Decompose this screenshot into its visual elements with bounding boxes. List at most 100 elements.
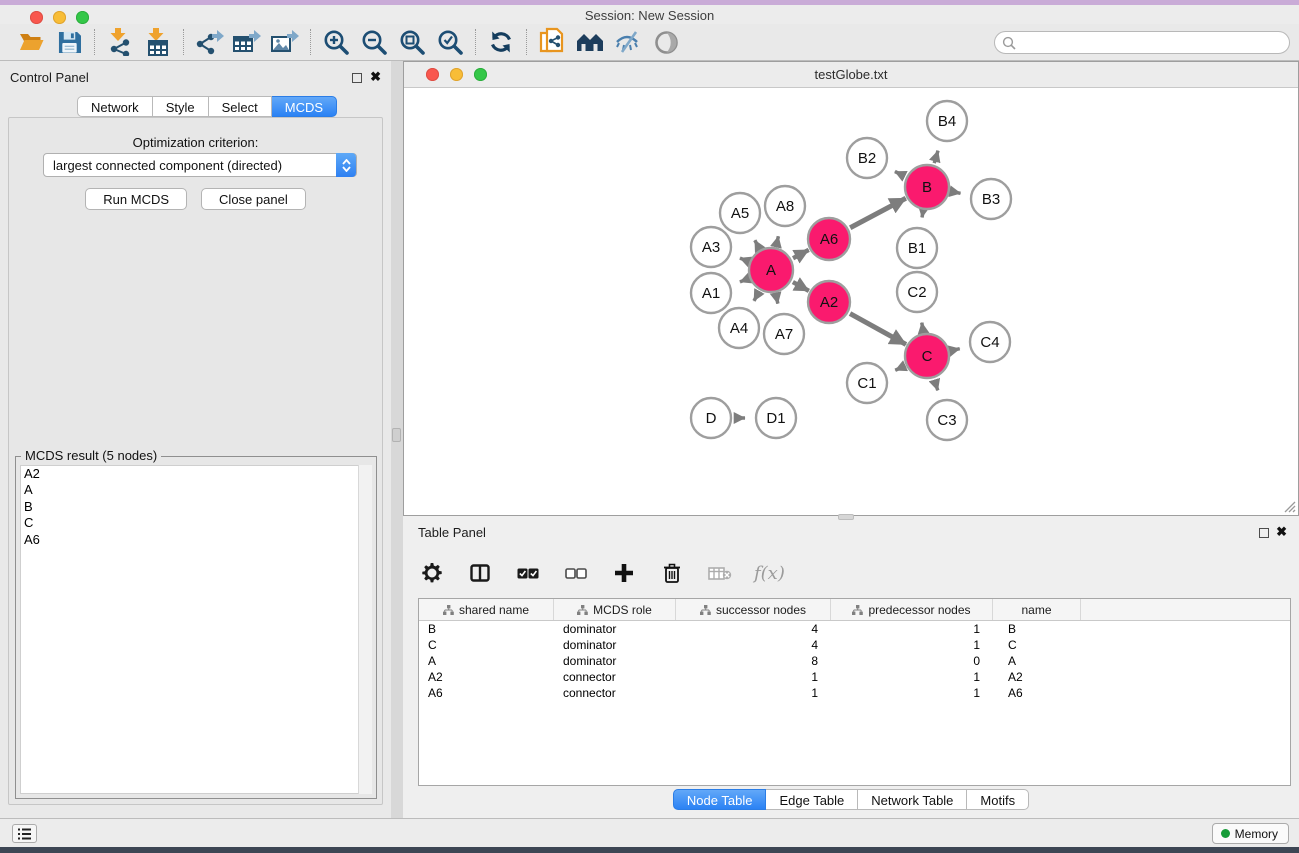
graph-edge-A-A2[interactable] [793, 282, 809, 291]
zoom-selected-button[interactable] [431, 26, 469, 58]
zoom-in-icon [323, 29, 350, 56]
graph-node-label: D [706, 410, 717, 427]
column-type-icon [443, 605, 454, 615]
graph-edge-A-A3[interactable] [740, 258, 748, 261]
function-builder-button[interactable]: f(x) [754, 559, 785, 587]
window-resize-grip[interactable] [1282, 499, 1296, 513]
float-panel-icon[interactable] [352, 73, 362, 83]
tab-style[interactable]: Style [153, 96, 209, 117]
zoom-in-button[interactable] [317, 26, 355, 58]
float-table-panel-icon[interactable] [1259, 528, 1269, 538]
column-header-successor-nodes[interactable]: successor nodes [676, 599, 831, 620]
graph-edge-A-A1[interactable] [740, 279, 748, 282]
mcds-result-item[interactable]: B [21, 499, 371, 515]
tab-motifs[interactable]: Motifs [967, 789, 1029, 810]
mcds-result-item[interactable]: A2 [21, 466, 371, 482]
import-table-icon [144, 28, 172, 56]
memory-button[interactable]: Memory [1212, 823, 1289, 844]
table-row[interactable]: Adominator80A [419, 653, 1290, 669]
network-canvas[interactable]: B4B2BB3A5A8A6A3B1AC2A1A2A4A7C4CC1C3DD1 [404, 88, 1298, 515]
close-panel-icon[interactable]: ✖ [370, 69, 381, 85]
graph-node-label: A4 [730, 320, 748, 337]
close-panel-button[interactable]: Close panel [201, 188, 306, 210]
table-row[interactable]: A6connector11A6 [419, 685, 1290, 701]
graph-edge-A-A7[interactable] [776, 294, 778, 303]
column-type-icon [700, 605, 711, 615]
close-table-panel-icon[interactable]: ✖ [1276, 524, 1287, 540]
column-header-shared-name[interactable]: shared name [419, 599, 554, 620]
table-row[interactable]: Cdominator41C [419, 637, 1290, 653]
graph-node-label: B [922, 179, 932, 196]
zoom-out-button[interactable] [355, 26, 393, 58]
table-row[interactable]: A2connector11A2 [419, 669, 1290, 685]
import-table-button[interactable] [139, 26, 177, 58]
table-row[interactable]: Bdominator41B [419, 621, 1290, 637]
unselect-all-button[interactable] [562, 559, 590, 587]
export-image-button[interactable] [266, 26, 304, 58]
plus-icon [615, 564, 633, 582]
import-network-button[interactable] [101, 26, 139, 58]
export-table-icon [232, 28, 262, 56]
tab-edge-table[interactable]: Edge Table [766, 789, 858, 810]
zoom-fit-button[interactable] [393, 26, 431, 58]
create-column-button[interactable] [610, 559, 638, 587]
mcds-result-scrollbar[interactable] [358, 465, 372, 794]
main-toolbar [0, 24, 1299, 61]
graph-edge-C-C3[interactable] [934, 380, 937, 391]
graph-edge-A6-B[interactable] [850, 198, 906, 228]
network-window-title: testGlobe.txt [404, 67, 1298, 82]
column-header-mcds-role[interactable]: MCDS role [554, 599, 676, 620]
graph-edge-B-B3[interactable] [952, 192, 961, 194]
delete-table-button[interactable] [706, 559, 734, 587]
graph-edge-B-B1[interactable] [922, 212, 923, 218]
export-table-button[interactable] [228, 26, 266, 58]
control-panel-tabbar: Network Style Select MCDS [77, 96, 337, 117]
delete-column-button[interactable] [658, 559, 686, 587]
search-field[interactable] [994, 31, 1290, 54]
gear-icon [421, 562, 443, 584]
graph-edge-B-B2[interactable] [895, 171, 905, 176]
clone-network-button[interactable] [533, 26, 571, 58]
table-settings-button[interactable] [418, 559, 446, 587]
graph-edge-A-A5[interactable] [755, 240, 759, 248]
export-network-button[interactable] [190, 26, 228, 58]
app-titlebar: Session: New Session [0, 5, 1299, 24]
tab-network[interactable]: Network [77, 96, 153, 117]
task-history-button[interactable] [12, 824, 37, 843]
column-header-predecessor-nodes[interactable]: predecessor nodes [831, 599, 993, 620]
show-columns-button[interactable] [466, 559, 494, 587]
criterion-select[interactable]: largest connected component (directed) [43, 153, 357, 177]
mcds-result-fieldset: MCDS result (5 nodes) A2ABCA6 [15, 456, 377, 799]
run-mcds-button[interactable]: Run MCDS [85, 188, 187, 210]
column-header-name[interactable]: name [993, 599, 1081, 620]
tab-node-table[interactable]: Node Table [673, 789, 767, 810]
mcds-result-item[interactable]: A6 [21, 532, 371, 548]
graph-edge-C-C4[interactable] [951, 349, 959, 351]
open-session-button[interactable] [12, 26, 50, 58]
tab-mcds[interactable]: MCDS [272, 96, 337, 117]
mcds-result-item[interactable]: A [21, 482, 371, 498]
save-session-button[interactable] [50, 26, 88, 58]
graph-edge-A2-C[interactable] [850, 314, 906, 345]
graph-edge-A-A8[interactable] [776, 236, 778, 245]
graph-edge-C-C1[interactable] [895, 366, 904, 370]
tab-network-table[interactable]: Network Table [858, 789, 967, 810]
network-view-window: testGlobe.txt B4B2BB3A5A8A6A3B1AC2A1A2A4… [403, 61, 1299, 516]
tab-select[interactable]: Select [209, 96, 272, 117]
optimization-criterion-label: Optimization criterion: [9, 135, 382, 150]
mcds-result-item[interactable]: C [21, 515, 371, 531]
show-graphics-details-button[interactable] [647, 26, 685, 58]
hide-selected-button[interactable] [609, 26, 647, 58]
search-input[interactable] [1016, 34, 1289, 52]
graph-edge-B-B4[interactable] [934, 151, 938, 163]
graph-edge-A-A6[interactable] [793, 250, 809, 258]
graph-node-label: C1 [857, 375, 876, 392]
node-table-body: Bdominator41BCdominator41CAdominator80AA… [419, 621, 1290, 701]
horizontal-divider-handle[interactable] [838, 514, 854, 520]
divider-handle[interactable] [392, 428, 401, 442]
graph-edge-A-A4[interactable] [754, 292, 759, 301]
graph-edge-C-C2[interactable] [922, 323, 923, 332]
select-all-button[interactable] [514, 559, 542, 587]
show-all-button[interactable] [571, 26, 609, 58]
refresh-button[interactable] [482, 26, 520, 58]
